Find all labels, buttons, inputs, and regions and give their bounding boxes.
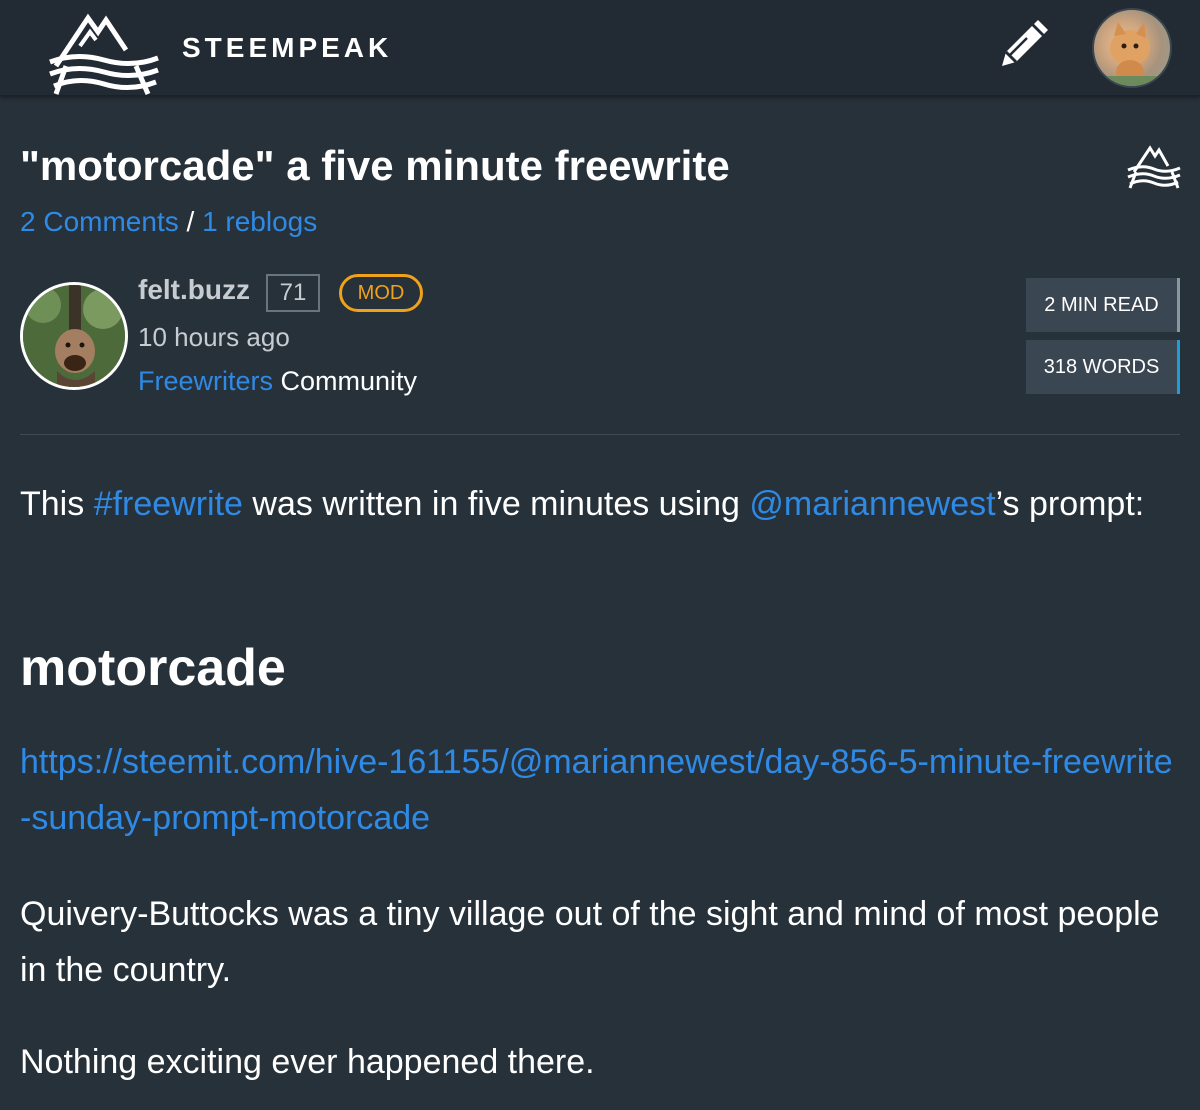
mention-link[interactable]: @mariannewest [749, 485, 995, 523]
reblogs-link[interactable]: 1 reblogs [202, 206, 317, 237]
brand-name[interactable]: STEEMPEAK [182, 32, 392, 64]
word-count-stat: 318 WORDS [1026, 340, 1180, 394]
comments-link[interactable]: 2 Comments [20, 206, 179, 237]
intro-text-before: This [20, 485, 94, 523]
user-avatar[interactable] [1092, 8, 1172, 88]
post-time-ago: 10 hours ago [138, 322, 290, 352]
top-navigation-bar: STEEMPEAK [0, 0, 1200, 96]
author-name-link[interactable]: felt.buzz [138, 274, 250, 306]
steempeak-small-logo-icon [1126, 142, 1182, 190]
prompt-heading: motorcade [20, 639, 286, 697]
steempeak-logo-icon[interactable] [46, 6, 164, 96]
post-meta-line: 2 Comments / 1 reblogs [20, 206, 317, 238]
reputation-badge: 71 [266, 274, 320, 312]
community-link[interactable]: Freewriters [138, 366, 273, 396]
prompt-url-paragraph: https://steemit.com/hive-161155/@mariann… [20, 734, 1180, 846]
author-avatar[interactable] [20, 282, 128, 390]
read-time-stat: 2 MIN READ [1026, 278, 1180, 332]
write-post-pencil-icon[interactable] [994, 18, 1050, 74]
intro-paragraph: This #freewrite was written in five minu… [20, 476, 1180, 532]
story-paragraph-2: Nothing exciting ever happened there. [20, 1043, 595, 1081]
divider [20, 434, 1180, 435]
intro-text-middle: was written in five minutes using [242, 485, 750, 523]
community-suffix: Community [273, 366, 418, 396]
story-paragraph-1: Quivery-Buttocks was a tiny village out … [20, 895, 1160, 989]
prompt-url-link[interactable]: https://steemit.com/hive-161155/@mariann… [20, 743, 1173, 837]
mod-role-badge: MOD [339, 274, 423, 312]
meta-separator: / [186, 206, 195, 237]
community-line: Freewriters Community [138, 366, 417, 397]
intro-text-after: ’s prompt: [995, 485, 1145, 523]
freewrite-tag-link[interactable]: #freewrite [94, 485, 243, 523]
post-title: "motorcade" a five minute freewrite [20, 142, 730, 189]
